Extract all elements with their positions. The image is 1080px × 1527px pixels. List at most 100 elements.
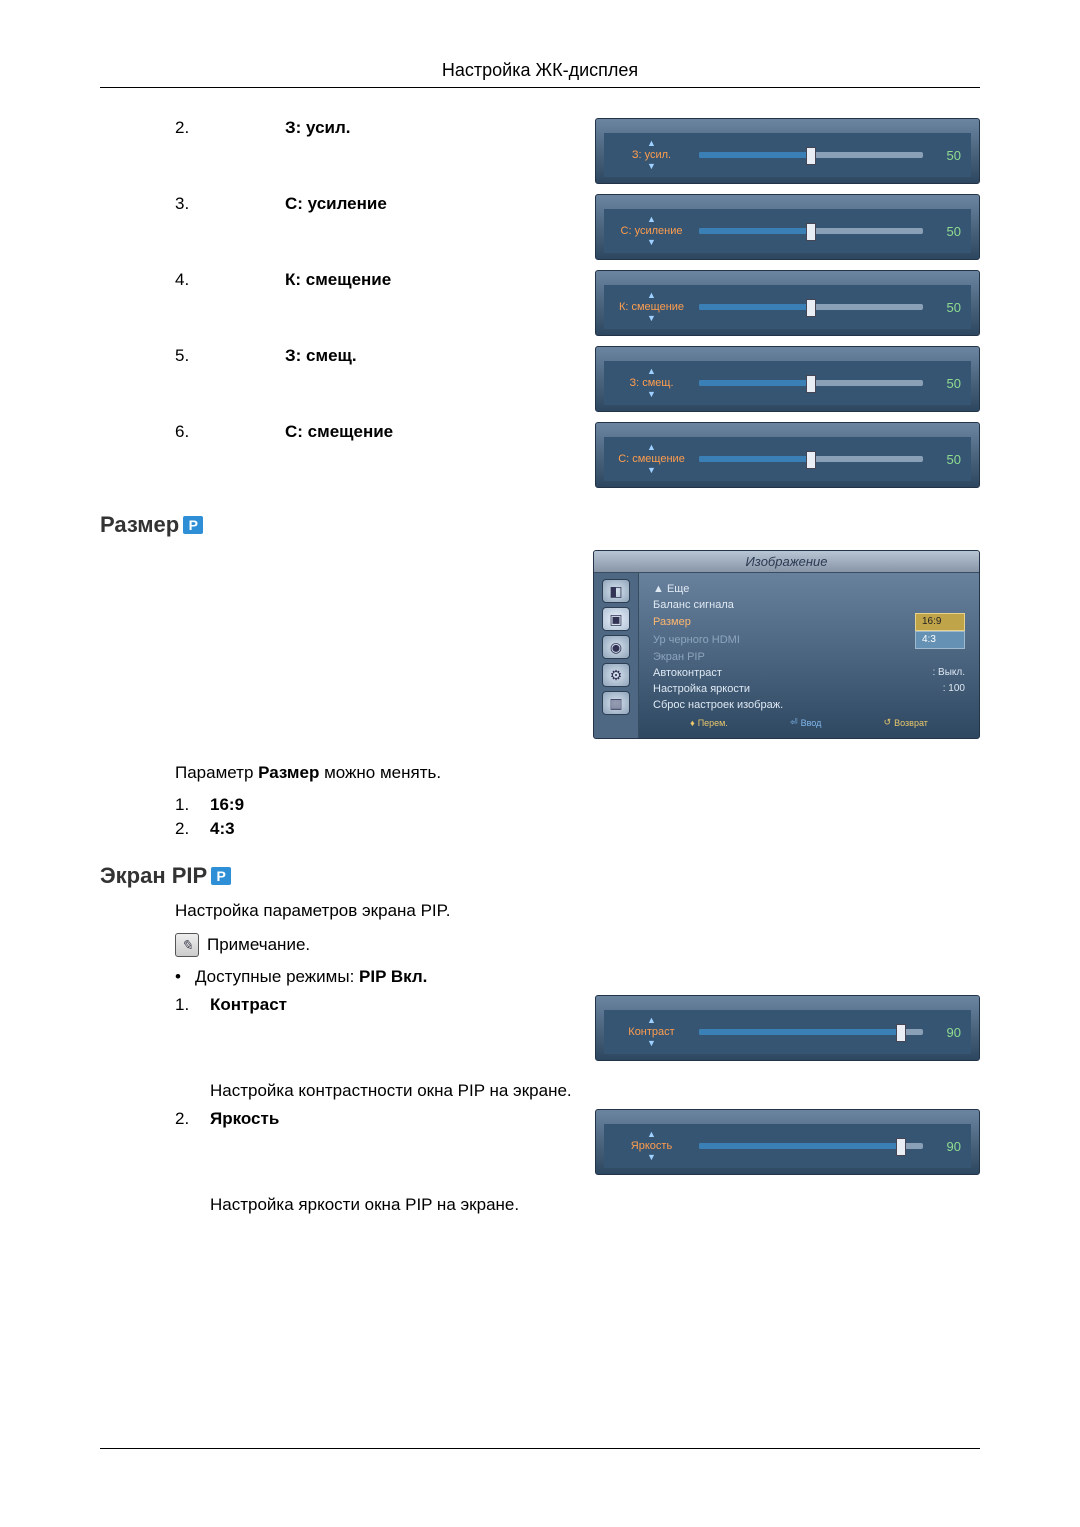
osd-line-more: ▲ Еще bbox=[653, 581, 689, 597]
list-label: К: смещение bbox=[285, 270, 455, 290]
slider-handle[interactable] bbox=[896, 1024, 906, 1042]
list-number: 4. bbox=[100, 270, 285, 290]
page-header-title: Настройка ЖК-дисплея bbox=[100, 60, 980, 81]
slider-panel: ▲ С: усиление ▼ 50 bbox=[595, 194, 980, 260]
slider-value: 90 bbox=[933, 1139, 961, 1154]
arrow-down-icon: ▼ bbox=[647, 390, 656, 399]
pip-intro: Настройка параметров экрана PIP. bbox=[100, 901, 980, 921]
list-label: З: смещ. bbox=[285, 346, 455, 366]
list-label: Яркость bbox=[210, 1109, 279, 1129]
slider-value: 50 bbox=[933, 148, 961, 163]
note-row: ✎ Примечание. bbox=[100, 933, 980, 957]
p-badge-icon: P bbox=[183, 516, 203, 534]
size-option-row: 1. 16:9 bbox=[100, 795, 980, 815]
arrow-up-icon: ▲ bbox=[647, 291, 656, 300]
list-label: Контраст bbox=[210, 995, 287, 1015]
section-heading-pip-text: Экран PIP bbox=[100, 863, 207, 889]
osd-line-size-label: Размер bbox=[653, 614, 691, 630]
slider-panel: ▲ Контраст ▼ 90 bbox=[595, 995, 980, 1061]
osd-menu-panel: Изображение ◧ ▣ ◉ ⚙ ▥ ▲ Еще Баланс сигна… bbox=[593, 550, 980, 739]
arrow-up-icon: ▲ bbox=[647, 1130, 656, 1139]
osd-line-hdmi-value: 4:3 bbox=[915, 631, 965, 649]
slider-handle[interactable] bbox=[806, 223, 816, 241]
osd-line-autocontrast-value: : Выкл. bbox=[932, 665, 965, 681]
osd-footer-move: ♦ Перем. bbox=[690, 717, 728, 728]
header-rule bbox=[100, 87, 980, 88]
osd-icon-multi: ▥ bbox=[602, 691, 630, 715]
arrow-down-icon: ▼ bbox=[647, 466, 656, 475]
gain-offset-list: 2. З: усил. ▲ З: усил. ▼ 50 3. С: усилен… bbox=[100, 118, 980, 488]
arrow-down-icon: ▼ bbox=[647, 1039, 656, 1048]
list-label: С: усиление bbox=[285, 194, 455, 214]
pip-modes-bullet: • Доступные режимы: PIP Вкл. bbox=[100, 967, 980, 987]
list-number: 2. bbox=[175, 1109, 210, 1129]
slider-panel: ▲ Яркость ▼ 90 bbox=[595, 1109, 980, 1175]
section-heading-pip: Экран PIP P bbox=[100, 863, 980, 889]
gain-row: 6. С: смещение ▲ С: смещение ▼ 50 bbox=[100, 422, 980, 488]
slider-handle[interactable] bbox=[896, 1138, 906, 1156]
osd-icon-sound: ◉ bbox=[602, 635, 630, 659]
slider-value: 50 bbox=[933, 300, 961, 315]
gain-row: 2. З: усил. ▲ З: усил. ▼ 50 bbox=[100, 118, 980, 184]
gain-row: 3. С: усиление ▲ С: усиление ▼ 50 bbox=[100, 194, 980, 260]
osd-line-balance: Баланс сигнала bbox=[653, 597, 734, 613]
arrow-up-icon: ▲ bbox=[647, 367, 656, 376]
slider-value: 50 bbox=[933, 376, 961, 391]
arrow-up-icon: ▲ bbox=[647, 443, 656, 452]
slider-track[interactable] bbox=[699, 152, 923, 158]
note-icon: ✎ bbox=[175, 933, 199, 957]
arrow-down-icon: ▼ bbox=[647, 314, 656, 323]
slider-handle[interactable] bbox=[806, 147, 816, 165]
p-badge-icon: P bbox=[211, 867, 231, 885]
pip-item: 2. Яркость ▲ Яркость ▼ 90 Настройка ярко… bbox=[100, 1109, 980, 1215]
slider-panel: ▲ К: смещение ▼ 50 bbox=[595, 270, 980, 336]
slider-track[interactable] bbox=[699, 1029, 923, 1035]
size-options-list: 1. 16:92. 4:3 bbox=[100, 795, 980, 839]
osd-icon-display: ▣ bbox=[602, 607, 630, 631]
slider-track[interactable] bbox=[699, 380, 923, 386]
list-number: 2. bbox=[100, 118, 285, 138]
osd-line-size-value: 16:9 bbox=[915, 613, 965, 631]
list-number: 3. bbox=[100, 194, 285, 214]
slider-track[interactable] bbox=[699, 1143, 923, 1149]
document-page: Настройка ЖК-дисплея 2. З: усил. ▲ З: ус… bbox=[0, 0, 1080, 1527]
osd-title: Изображение bbox=[594, 551, 979, 573]
list-label: С: смещение bbox=[285, 422, 455, 442]
slider-label: С: усиление bbox=[621, 224, 683, 238]
slider-handle[interactable] bbox=[806, 451, 816, 469]
gain-row: 4. К: смещение ▲ К: смещение ▼ 50 bbox=[100, 270, 980, 336]
slider-handle[interactable] bbox=[806, 375, 816, 393]
osd-footer-back: ↺ Возврат bbox=[884, 717, 928, 728]
osd-content: ▲ Еще Баланс сигнала Размер 16:9 Ур черн… bbox=[639, 573, 979, 738]
slider-label: С: смещение bbox=[618, 452, 685, 466]
slider-label: Контраст bbox=[628, 1025, 674, 1039]
list-number: 2. bbox=[175, 819, 210, 839]
gain-row: 5. З: смещ. ▲ З: смещ. ▼ 50 bbox=[100, 346, 980, 412]
slider-track[interactable] bbox=[699, 228, 923, 234]
list-number: 6. bbox=[100, 422, 285, 442]
osd-icon-picture: ◧ bbox=[602, 579, 630, 603]
pip-items-list: 1. Контраст ▲ Контраст ▼ 90 Настройка ко… bbox=[100, 995, 980, 1215]
size-option-row: 2. 4:3 bbox=[100, 819, 980, 839]
osd-footer: ♦ Перем. ⏎ Ввод ↺ Возврат bbox=[653, 713, 965, 734]
arrow-up-icon: ▲ bbox=[647, 139, 656, 148]
list-number: 1. bbox=[175, 795, 210, 815]
arrow-down-icon: ▼ bbox=[647, 238, 656, 247]
osd-line-reset: Сброс настроек изображ. bbox=[653, 697, 783, 713]
pip-item: 1. Контраст ▲ Контраст ▼ 90 Настройка ко… bbox=[100, 995, 980, 1101]
osd-line-bright-value: : 100 bbox=[943, 681, 965, 697]
osd-icon-setup: ⚙ bbox=[602, 663, 630, 687]
list-label: 16:9 bbox=[210, 795, 244, 815]
section-heading-size: Размер P bbox=[100, 512, 980, 538]
note-label: Примечание. bbox=[207, 935, 310, 955]
slider-label: К: смещение bbox=[619, 300, 684, 314]
pip-item-desc: Настройка яркости окна PIP на экране. bbox=[100, 1195, 980, 1215]
pip-item-desc: Настройка контрастности окна PIP на экра… bbox=[100, 1081, 980, 1101]
slider-handle[interactable] bbox=[806, 299, 816, 317]
bullet-dot-icon: • bbox=[175, 967, 181, 987]
slider-track[interactable] bbox=[699, 456, 923, 462]
arrow-up-icon: ▲ bbox=[647, 1016, 656, 1025]
list-label: 4:3 bbox=[210, 819, 235, 839]
slider-track[interactable] bbox=[699, 304, 923, 310]
list-number: 5. bbox=[100, 346, 285, 366]
